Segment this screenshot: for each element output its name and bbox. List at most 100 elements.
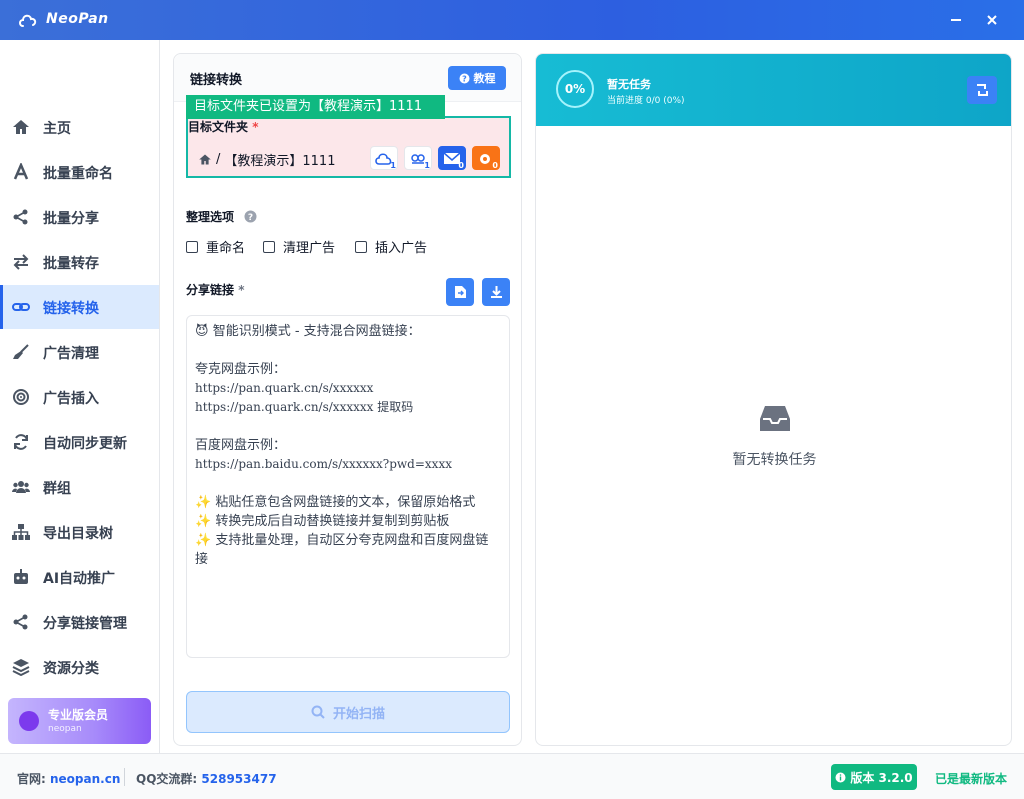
- share-icon: [13, 209, 28, 225]
- sparkle-icon: ✨: [195, 533, 212, 548]
- textarea-line: https://pan.baidu.com/s/xxxxxx?pwd=xxxx: [195, 457, 452, 471]
- share-link-label: 分享链接 *: [186, 283, 245, 297]
- sync-icon: [14, 434, 28, 450]
- target-folder-box[interactable]: 目标文件夹 * / 【教程演示】1111 1 1 0 0: [186, 116, 511, 178]
- sidebar-item-export-tree[interactable]: 导出目录树: [0, 510, 159, 554]
- sidebar-item-ai-promo[interactable]: AI自动推广: [0, 555, 159, 599]
- minimize-button[interactable]: [946, 10, 966, 30]
- qq-group: QQ交流群: 528953477: [136, 772, 277, 786]
- sidebar-item-link-convert[interactable]: 链接转换: [0, 285, 159, 329]
- sidebar-item-label: 分享链接管理: [43, 616, 127, 632]
- sparkle-icon: ✨: [195, 514, 212, 529]
- users-icon: [12, 481, 30, 493]
- sidebar-item-label: 链接转换: [43, 301, 99, 317]
- layers-icon: [12, 659, 30, 676]
- sparkle-icon: ✨: [195, 495, 212, 510]
- uc-cloud-button[interactable]: 0: [472, 146, 500, 170]
- home-icon: [13, 120, 29, 134]
- textarea-line: 😈 智能识别模式 - 支持混合网盘链接：: [195, 324, 421, 339]
- svg-text:?: ?: [462, 74, 467, 83]
- task-panel: 0% 暂无任务 当前进度 0/0 (0%) 暂无转换任务: [535, 53, 1012, 746]
- path-separator: /: [216, 152, 221, 167]
- sidebar-item-label: 广告清理: [43, 346, 99, 362]
- file-import-icon: [454, 286, 466, 298]
- checkbox-box[interactable]: [186, 240, 198, 253]
- quark-cloud-button[interactable]: 1: [370, 146, 398, 170]
- official-site: 官网: neopan.cn: [17, 772, 121, 786]
- link-icon: [12, 303, 30, 311]
- sidebar-item-batch-save[interactable]: 批量转存: [0, 240, 159, 284]
- download-icon: [490, 286, 502, 298]
- insert-ad-checkbox[interactable]: 插入广告: [355, 237, 427, 256]
- aliyun-cloud-button[interactable]: 0: [438, 146, 466, 170]
- options-label: 整理选项: [186, 210, 235, 224]
- status-bar: 官网: neopan.cn QQ交流群: 528953477 版本 3.2.0 …: [0, 753, 1024, 799]
- sidebar-item-ad-clean[interactable]: 广告清理: [0, 330, 159, 374]
- pro-title: 专业版会员: [48, 708, 109, 722]
- empty-state-text: 暂无转换任务: [732, 452, 817, 468]
- textarea-line: ✨ 转换完成后自动替换链接并复制到剪贴板: [195, 514, 450, 529]
- share-link-textarea[interactable]: 😈 智能识别模式 - 支持混合网盘链接： 夸克网盘示例： https://pan…: [186, 315, 510, 658]
- checkbox-box[interactable]: [355, 240, 367, 253]
- sidebar-item-home[interactable]: 主页: [0, 105, 159, 149]
- qq-number[interactable]: 528953477: [201, 772, 276, 786]
- baidu-cloud-button[interactable]: 1: [404, 146, 432, 170]
- minimize-icon: [951, 19, 961, 21]
- sidebar-item-ad-insert[interactable]: 广告插入: [0, 375, 159, 419]
- baidu-count: 1: [424, 161, 430, 170]
- start-scan-button[interactable]: 开始扫描: [186, 691, 510, 733]
- sidebar: 主页 批量重命名 批量分享 批量转存 链接转换 广告清理 广告插入 自动同步更新…: [0, 40, 160, 753]
- collapse-icon: [977, 84, 988, 96]
- rename-checkbox[interactable]: 重命名: [186, 237, 245, 256]
- checkbox-box[interactable]: [263, 240, 275, 253]
- robot-icon: [14, 569, 28, 584]
- info-icon: [835, 772, 846, 782]
- cloud-logo-icon: [19, 14, 37, 27]
- sidebar-item-auto-sync[interactable]: 自动同步更新: [0, 420, 159, 464]
- folder-path[interactable]: / 【教程演示】1111: [198, 150, 335, 169]
- help-icon[interactable]: ?: [244, 210, 257, 223]
- folder-path-text: 【教程演示】1111: [224, 154, 336, 169]
- sidebar-item-label: 资源分类: [43, 661, 99, 677]
- pro-username: neopan: [48, 724, 82, 734]
- target-icon: [13, 389, 29, 405]
- import-file-button[interactable]: [446, 278, 474, 306]
- download-button[interactable]: [482, 278, 510, 306]
- task-header: 0% 暂无任务 当前进度 0/0 (0%): [536, 54, 1011, 126]
- task-action-button[interactable]: [967, 76, 997, 104]
- sidebar-item-resource-category[interactable]: 资源分类: [0, 645, 159, 689]
- site-link[interactable]: neopan.cn: [50, 772, 120, 786]
- options-section: 整理选项 ?: [186, 208, 257, 225]
- sidebar-item-label: 批量重命名: [43, 166, 113, 182]
- folder-set-tooltip: 目标文件夹已设置为【教程演示】1111: [186, 95, 445, 119]
- sidebar-item-label: 主页: [43, 121, 71, 137]
- textarea-line: https://pan.quark.cn/s/xxxxxx: [195, 381, 374, 395]
- sidebar-item-batch-rename[interactable]: 批量重命名: [0, 150, 159, 194]
- divider: [124, 768, 125, 786]
- version-badge[interactable]: 版本 3.2.0: [831, 764, 917, 790]
- sidebar-item-label: 自动同步更新: [43, 436, 127, 452]
- uc-count: 0: [492, 161, 498, 170]
- sidebar-item-label: 导出目录树: [43, 526, 113, 542]
- sidebar-item-share-manage[interactable]: 分享链接管理: [0, 600, 159, 644]
- textarea-line: ✨ 支持批量处理，自动区分夸克网盘和百度网盘链接: [195, 533, 489, 567]
- sitemap-icon: [12, 524, 30, 540]
- sidebar-item-batch-share[interactable]: 批量分享: [0, 195, 159, 239]
- close-icon: [987, 15, 997, 25]
- sidebar-item-label: 批量分享: [43, 211, 99, 227]
- progress-ring: 0%: [556, 70, 594, 108]
- textarea-line: 夸克网盘示例：: [195, 362, 287, 377]
- task-progress: 当前进度 0/0 (0%): [607, 96, 685, 106]
- clean-ad-checkbox[interactable]: 清理广告: [263, 237, 335, 256]
- gem-icon: [19, 711, 39, 731]
- empty-state: [536, 403, 1011, 437]
- svg-text:?: ?: [248, 213, 253, 223]
- sidebar-item-label: AI自动推广: [43, 571, 116, 587]
- sidebar-item-groups[interactable]: 群组: [0, 465, 159, 509]
- sidebar-item-label: 群组: [43, 481, 71, 497]
- link-convert-panel: 链接转换 ? 教程 目标文件夹 * / 【教程演示】1111 1 1 0 0 目…: [173, 53, 522, 746]
- close-button[interactable]: [982, 10, 1002, 30]
- pro-member-card[interactable]: 专业版会员 neopan: [8, 698, 151, 744]
- tutorial-label: 教程: [473, 72, 496, 85]
- tutorial-button[interactable]: ? 教程: [448, 66, 506, 90]
